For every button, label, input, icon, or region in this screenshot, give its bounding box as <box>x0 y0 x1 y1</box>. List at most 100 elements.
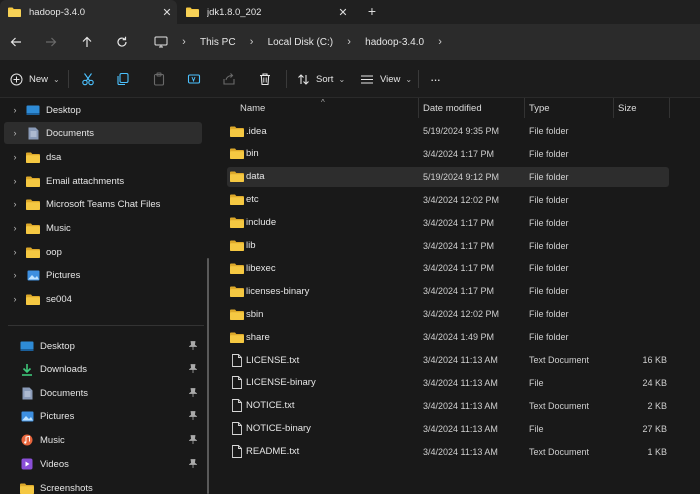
chevron-right-icon[interactable]: › <box>7 223 23 233</box>
column-divider[interactable] <box>613 98 614 118</box>
table-row[interactable]: LICENSE-binary 3/4/2024 11:13 AM File 24 KB <box>227 373 669 393</box>
new-label: New <box>29 73 49 85</box>
chevron-right-icon[interactable]: › <box>7 247 23 257</box>
more-options-button[interactable]: ··· <box>430 69 441 89</box>
sidebar-item-label: Email attachments <box>46 175 125 187</box>
chevron-right-icon[interactable]: › <box>7 105 23 115</box>
videos-icon <box>20 458 34 471</box>
file-size: 27 KB <box>642 423 667 434</box>
table-row[interactable]: .idea 5/19/2024 9:35 PM File folder <box>227 121 669 141</box>
new-button[interactable]: New ⌄ <box>10 69 60 89</box>
breadcrumb-hadoop[interactable]: hadoop-3.4.0 <box>361 37 428 48</box>
table-row[interactable]: sbin 3/4/2024 12:02 PM File folder <box>227 304 669 324</box>
quick-access-label: Videos <box>40 458 69 470</box>
column-divider[interactable] <box>524 98 525 118</box>
column-header-type[interactable]: Type <box>529 98 614 118</box>
toolbar-divider <box>286 70 287 88</box>
sidebar-item-se004[interactable]: › se004 <box>4 288 202 310</box>
pin-icon <box>186 458 200 470</box>
sidebar-item-music[interactable]: › Music <box>4 217 202 239</box>
quick-access-music[interactable]: Music <box>14 429 204 451</box>
sidebar-scrollbar[interactable] <box>207 258 209 494</box>
chevron-right-icon[interactable]: › <box>7 176 23 186</box>
file-date-modified: 3/4/2024 11:13 AM <box>423 400 498 411</box>
refresh-button[interactable] <box>112 32 132 52</box>
sort-button[interactable]: Sort ⌄ <box>297 69 345 89</box>
plus-circle-icon <box>10 73 23 85</box>
table-row[interactable]: NOTICE-binary 3/4/2024 11:13 AM File 27 KB <box>227 419 669 439</box>
table-row[interactable]: etc 3/4/2024 12:02 PM File folder <box>227 190 669 210</box>
sidebar-item-label: Documents <box>46 127 95 139</box>
quick-access-documents[interactable]: Documents <box>14 382 204 404</box>
table-row[interactable]: LICENSE.txt 3/4/2024 11:13 AM Text Documen… <box>227 350 669 370</box>
table-row[interactable]: licenses-binary 3/4/2024 1:17 PM File fold… <box>227 281 669 301</box>
chevron-right-icon[interactable]: › <box>7 199 23 209</box>
quick-access-desktop[interactable]: Desktop <box>14 335 204 357</box>
chevron-right-icon[interactable]: › <box>7 294 23 304</box>
address-bar[interactable]: › This PC › Local Disk (C:) › hadoop-3.4… <box>146 28 700 56</box>
chevron-right-icon[interactable]: › <box>428 36 452 48</box>
table-row[interactable]: NOTICE.txt 3/4/2024 11:13 AM Text Document… <box>227 396 669 416</box>
sidebar-item-label: Microsoft Teams Chat Files <box>46 198 161 210</box>
sidebar-item-documents[interactable]: › Documents <box>4 122 202 144</box>
clipboard-icon <box>153 72 165 86</box>
paste-button[interactable] <box>152 69 166 89</box>
chevron-right-icon[interactable]: › <box>7 270 23 280</box>
table-row[interactable]: share 3/4/2024 1:49 PM File folder <box>227 327 669 347</box>
column-divider[interactable] <box>418 98 419 118</box>
sidebar-item-pictures[interactable]: › Pictures <box>4 264 202 286</box>
sidebar-item-dsa[interactable]: › dsa <box>4 146 202 168</box>
chevron-right-icon[interactable]: › <box>240 36 264 48</box>
quick-access-downloads[interactable]: Downloads <box>14 358 204 380</box>
folder-icon <box>8 7 21 17</box>
column-header-name[interactable]: Name <box>240 98 420 118</box>
quick-access-screenshots[interactable]: Screenshots <box>14 477 204 494</box>
chevron-right-icon[interactable]: › <box>7 128 23 138</box>
sidebar-item-oop[interactable]: › oop <box>4 241 202 263</box>
up-button[interactable] <box>77 32 97 52</box>
rename-button[interactable] <box>187 69 201 89</box>
folder-icon <box>230 262 244 274</box>
delete-button[interactable] <box>258 69 272 89</box>
chevron-right-icon[interactable]: › <box>172 36 196 48</box>
table-row[interactable]: include 3/4/2024 1:17 PM File folder <box>227 213 669 233</box>
documents-icon <box>20 387 34 400</box>
back-button[interactable] <box>6 32 26 52</box>
file-name: LICENSE-binary <box>246 377 316 389</box>
cut-button[interactable] <box>81 69 95 89</box>
chevron-right-icon[interactable]: › <box>7 152 23 162</box>
copy-button[interactable] <box>116 69 130 89</box>
file-icon <box>230 353 244 367</box>
table-row[interactable]: data 5/19/2024 9:12 PM File folder <box>227 166 669 187</box>
column-header-date[interactable]: Date modified <box>423 98 523 118</box>
tab-jdk[interactable]: jdk1.8.0_202 ✕ <box>178 0 353 24</box>
forward-button[interactable] <box>41 32 61 52</box>
close-icon[interactable]: ✕ <box>157 6 177 19</box>
breadcrumb-this-pc[interactable]: This PC <box>196 37 240 48</box>
table-row[interactable]: libexec 3/4/2024 1:17 PM File folder <box>227 258 669 278</box>
sidebar-item-teams-chat-files[interactable]: › Microsoft Teams Chat Files <box>4 193 202 215</box>
quick-access-label: Downloads <box>40 363 87 375</box>
folder-icon <box>230 125 244 137</box>
column-divider[interactable] <box>669 98 670 118</box>
chevron-down-icon: ⌄ <box>53 74 60 84</box>
table-row[interactable]: lib 3/4/2024 1:17 PM File folder <box>227 236 669 256</box>
close-icon[interactable]: ✕ <box>333 6 353 19</box>
quick-access-label: Pictures <box>40 410 75 422</box>
table-row[interactable]: bin 3/4/2024 1:17 PM File folder <box>227 144 669 164</box>
tab-hadoop[interactable]: hadoop-3.4.0 ✕ <box>0 0 177 24</box>
refresh-icon <box>117 36 127 47</box>
table-row[interactable]: README.txt 3/4/2024 11:13 AM Text Document… <box>227 442 669 462</box>
share-button[interactable] <box>222 69 236 89</box>
quick-access-videos[interactable]: Videos <box>14 453 204 475</box>
quick-access-pictures[interactable]: Pictures <box>14 405 204 427</box>
chevron-right-icon[interactable]: › <box>337 36 361 48</box>
file-name: README.txt <box>246 446 300 458</box>
column-header-size[interactable]: Size <box>618 98 668 118</box>
breadcrumb-local-disk[interactable]: Local Disk (C:) <box>264 37 338 48</box>
new-tab-button[interactable]: + <box>362 2 382 22</box>
view-button[interactable]: View ⌄ <box>360 69 412 89</box>
file-date-modified: 5/19/2024 9:12 PM <box>423 171 500 182</box>
sidebar-item-email-attachments[interactable]: › Email attachments <box>4 170 202 192</box>
sidebar-item-desktop[interactable]: › Desktop <box>4 99 202 121</box>
